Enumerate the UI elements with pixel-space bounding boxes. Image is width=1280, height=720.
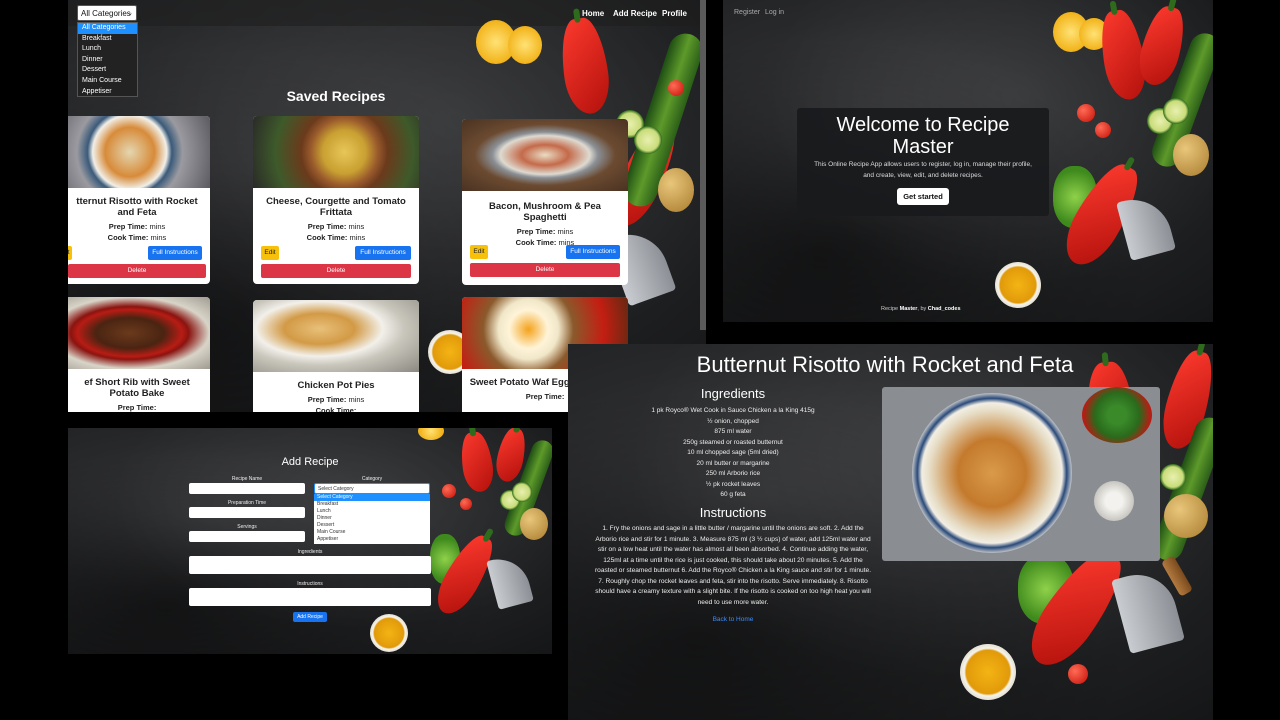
add-recipe-button[interactable]: Add Recipe (293, 612, 327, 622)
nav-home-link[interactable]: Home (582, 9, 604, 18)
category-options: Select Category Breakfast Lunch Dinner D… (314, 494, 430, 544)
option-select-category[interactable]: Select Category (314, 494, 430, 501)
recipe-card: tternut Risotto with Rocket and Feta Pre… (68, 116, 210, 284)
list-item: ½ pk rocket leaves (588, 480, 878, 491)
full-instructions-button[interactable]: Full Instructions (355, 246, 411, 260)
recipe-detail-screenshot: Butternut Risotto with Rocket and Feta I… (568, 344, 1213, 720)
oil-bowl-decoration (995, 262, 1041, 308)
recipe-image (68, 116, 210, 188)
option-breakfast[interactable]: Breakfast (78, 34, 137, 45)
recipe-image (462, 119, 628, 191)
option-appetiser[interactable]: Appetiser (314, 536, 430, 543)
ingredients-textarea[interactable] (189, 556, 431, 574)
option-dessert[interactable]: Dessert (78, 65, 137, 76)
prep-time-input[interactable] (189, 507, 305, 518)
servings-label: Servings (237, 524, 257, 530)
hero-card: Welcome to Recipe Master This Online Rec… (797, 108, 1049, 216)
list-item: 250 ml Arborio rice (588, 469, 878, 480)
scrollbar[interactable] (700, 0, 706, 330)
recipe-image (253, 300, 419, 372)
edit-button[interactable]: Edit (470, 245, 488, 259)
option-main-course[interactable]: Main Course (314, 529, 430, 536)
category-filter-select[interactable]: All Categories ⌄ (77, 5, 137, 21)
full-instructions-button[interactable]: Full Instructions (148, 246, 202, 260)
nav-add-recipe-link[interactable]: Add Recipe (613, 9, 657, 18)
edit-button[interactable]: Edit (68, 246, 72, 260)
full-instructions-button[interactable]: Full Instructions (566, 245, 620, 259)
recipe-image (253, 116, 419, 188)
get-started-button[interactable]: Get started (897, 188, 949, 205)
list-item: 10 ml chopped sage (5ml dried) (588, 448, 878, 459)
option-dinner[interactable]: Dinner (314, 515, 430, 522)
delete-button[interactable]: Delete (68, 264, 206, 278)
recipe-title: ef Short Rib with Sweet Potato Bake (84, 377, 190, 399)
nav-profile-link[interactable]: Profile (662, 9, 687, 18)
recipe-card: Bacon, Mushroom & Pea Spaghetti Prep Tim… (462, 119, 628, 285)
delete-button[interactable]: Delete (470, 263, 620, 277)
option-breakfast[interactable]: Breakfast (314, 501, 430, 508)
register-link[interactable]: Register (734, 9, 760, 16)
recipe-title: tternut Risotto with Rocket and Feta (76, 196, 198, 218)
page-title: Butternut Risotto with Rocket and Feta (696, 352, 1074, 377)
login-link[interactable]: Log in (765, 9, 784, 16)
footer: Recipe Master, by Chad_codes (881, 306, 961, 312)
hero-title: Welcome to Recipe Master (836, 114, 1010, 158)
ingredients-heading: Ingredients (700, 386, 766, 401)
option-main-course[interactable]: Main Course (78, 76, 137, 87)
recipe-title: Bacon, Mushroom & Pea Spaghetti (489, 201, 601, 223)
instructions-heading: Instructions (699, 505, 767, 520)
hero-description: This Online Recipe App allows users to r… (814, 161, 1032, 179)
recipe-title: Cheese, Courgette and Tomato Frittata (266, 196, 406, 218)
category-select[interactable]: Select Category (314, 483, 430, 494)
option-dinner[interactable]: Dinner (78, 55, 137, 66)
servings-input[interactable] (189, 531, 305, 542)
top-navbar (68, 0, 706, 26)
ingredients-label: Ingredients (297, 549, 323, 555)
list-item: 250g steamed or roasted butternut (588, 438, 878, 449)
list-item: 20 ml butter or margarine (588, 459, 878, 470)
option-lunch[interactable]: Lunch (314, 508, 430, 515)
option-lunch[interactable]: Lunch (78, 44, 137, 55)
list-item: 1 pk Royco® Wet Cook in Sauce Chicken a … (588, 406, 878, 417)
list-item: ½ onion, chopped (588, 417, 878, 428)
page-title: Saved Recipes (286, 88, 386, 104)
oil-bowl-decoration (370, 614, 408, 652)
ingredients-list: 1 pk Royco® Wet Cook in Sauce Chicken a … (588, 406, 878, 501)
home-screenshot: Register Log in Welcome to Recipe Master… (723, 0, 1213, 322)
option-dessert[interactable]: Dessert (314, 522, 430, 529)
edit-button[interactable]: Edit (261, 246, 279, 260)
chevron-down-icon: ⌄ (127, 10, 133, 17)
recipe-name-label: Recipe Name (231, 476, 263, 482)
recipe-title: Chicken Pot Pies (297, 380, 375, 391)
category-filter-options: All Categories Breakfast Lunch Dinner De… (77, 22, 138, 97)
back-to-home-link[interactable]: Back to Home (568, 616, 898, 623)
recipe-image (882, 387, 1160, 561)
oil-bowl-decoration (960, 644, 1016, 700)
recipe-card: Cheese, Courgette and Tomato Frittata Pr… (253, 116, 419, 284)
recipe-card: Chicken Pot Pies Prep Time: mins Cook Ti… (253, 300, 419, 412)
list-item: 875 ml water (588, 427, 878, 438)
add-recipe-screenshot: Add Recipe Recipe Name Category Select C… (68, 428, 552, 654)
delete-button[interactable]: Delete (261, 264, 411, 278)
recipe-image (68, 297, 210, 369)
option-all-categories[interactable]: All Categories (78, 23, 137, 34)
instructions-label: Instructions (297, 581, 323, 587)
category-label: Category (361, 476, 383, 482)
instructions-textarea[interactable] (189, 588, 431, 606)
instructions-text: 1. Fry the onions and sage in a little b… (594, 525, 872, 606)
recipe-card: ef Short Rib with Sweet Potato Bake Prep… (68, 297, 210, 412)
page-title: Add Recipe (281, 456, 339, 468)
recipe-name-input[interactable] (189, 483, 305, 494)
prep-time-label: Preparation Time (227, 500, 267, 506)
list-item: 60 g feta (588, 490, 878, 501)
